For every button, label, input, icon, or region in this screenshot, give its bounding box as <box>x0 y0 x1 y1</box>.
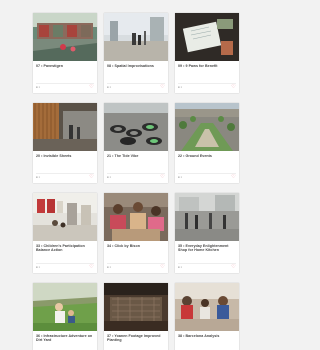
project-card[interactable]: 37 • Yoanen Footage Improved Planting ■ … <box>104 283 168 350</box>
heart-icon[interactable]: ♡ <box>231 265 236 270</box>
heart-icon[interactable]: ♡ <box>231 85 236 90</box>
project-card[interactable]: 35 • Everyday Enlightenment Shop for Hom… <box>175 193 239 273</box>
project-thumbnail[interactable] <box>33 193 97 241</box>
project-card[interactable]: 08 • Spatial Improvisations ■ 1 ♡ <box>104 13 168 93</box>
project-title[interactable]: 09 • 9 Paws for Benefit <box>178 64 236 68</box>
project-meta: ■ 1 <box>178 265 183 269</box>
project-meta: ■ 1 <box>107 85 112 89</box>
project-thumbnail[interactable] <box>33 13 97 61</box>
project-card[interactable]: 22 • Ground Events ■ 1 ♡ <box>175 103 239 183</box>
project-title[interactable]: 08 • Spatial Improvisations <box>107 64 165 68</box>
project-title[interactable]: 34 • Click by Bison <box>107 244 165 248</box>
card-divider <box>36 82 94 83</box>
heart-icon[interactable]: ♡ <box>231 175 236 180</box>
project-thumbnail[interactable] <box>104 103 168 151</box>
project-title[interactable]: 36 • Infrastructure Adventure on Dirt Ya… <box>36 334 94 343</box>
project-title[interactable]: 22 • Ground Events <box>178 154 236 158</box>
heart-icon[interactable]: ♡ <box>160 265 165 270</box>
project-meta: ■ 1 <box>178 175 183 179</box>
project-title[interactable]: 07 • Pavestigen <box>36 64 94 68</box>
card-divider <box>178 82 236 83</box>
project-thumbnail[interactable] <box>175 13 239 61</box>
project-thumbnail[interactable] <box>33 283 97 331</box>
project-title[interactable]: 38 • Barcelona Analysis <box>178 334 236 338</box>
project-gallery-page: 07 • Pavestigen ■ 1 ♡ 08 • Spatial Impro… <box>0 0 244 350</box>
project-title[interactable]: 35 • Everyday Enlightenment Shop for Hom… <box>178 244 236 253</box>
card-divider <box>178 172 236 173</box>
heart-icon[interactable]: ♡ <box>89 175 94 180</box>
project-meta: ■ 1 <box>36 265 41 269</box>
project-meta: ■ 1 <box>107 175 112 179</box>
project-meta: ■ 1 <box>36 85 41 89</box>
project-card[interactable]: 34 • Click by Bison ■ 1 ♡ <box>104 193 168 273</box>
project-card[interactable]: 09 • 9 Paws for Benefit ■ 1 ♡ <box>175 13 239 93</box>
heart-icon[interactable]: ♡ <box>89 85 94 90</box>
card-divider <box>36 172 94 173</box>
card-divider <box>36 262 94 263</box>
project-thumbnail[interactable] <box>175 103 239 151</box>
project-thumbnail[interactable] <box>175 193 239 241</box>
project-title[interactable]: 37 • Yoanen Footage Improved Planting <box>107 334 165 343</box>
card-divider <box>178 262 236 263</box>
project-thumbnail[interactable] <box>104 283 168 331</box>
project-thumbnail[interactable] <box>175 283 239 331</box>
project-card[interactable]: 36 • Infrastructure Adventure on Dirt Ya… <box>33 283 97 350</box>
heart-icon[interactable]: ♡ <box>89 265 94 270</box>
heart-icon[interactable]: ♡ <box>160 85 165 90</box>
project-title[interactable]: 20 • Invisible Sheets <box>36 154 94 158</box>
project-meta: ■ 1 <box>178 85 183 89</box>
heart-icon[interactable]: ♡ <box>160 175 165 180</box>
project-meta: ■ 1 <box>36 175 41 179</box>
project-thumbnail[interactable] <box>104 193 168 241</box>
project-card[interactable]: 21 • The Tide Vibe ■ 1 ♡ <box>104 103 168 183</box>
project-meta: ■ 1 <box>107 265 112 269</box>
card-divider <box>107 172 165 173</box>
project-card[interactable]: 20 • Invisible Sheets ■ 1 ♡ <box>33 103 97 183</box>
project-title[interactable]: 33 • Children's Participation Balance Ac… <box>36 244 94 253</box>
project-card[interactable]: 07 • Pavestigen ■ 1 ♡ <box>33 13 97 93</box>
project-thumbnail[interactable] <box>104 13 168 61</box>
project-thumbnail[interactable] <box>33 103 97 151</box>
card-divider <box>107 82 165 83</box>
project-card[interactable]: 38 • Barcelona Analysis ■ 1 ♡ <box>175 283 239 350</box>
project-card[interactable]: 33 • Children's Participation Balance Ac… <box>33 193 97 273</box>
card-divider <box>107 262 165 263</box>
project-card-grid: 07 • Pavestigen ■ 1 ♡ 08 • Spatial Impro… <box>33 13 240 350</box>
project-title[interactable]: 21 • The Tide Vibe <box>107 154 165 158</box>
